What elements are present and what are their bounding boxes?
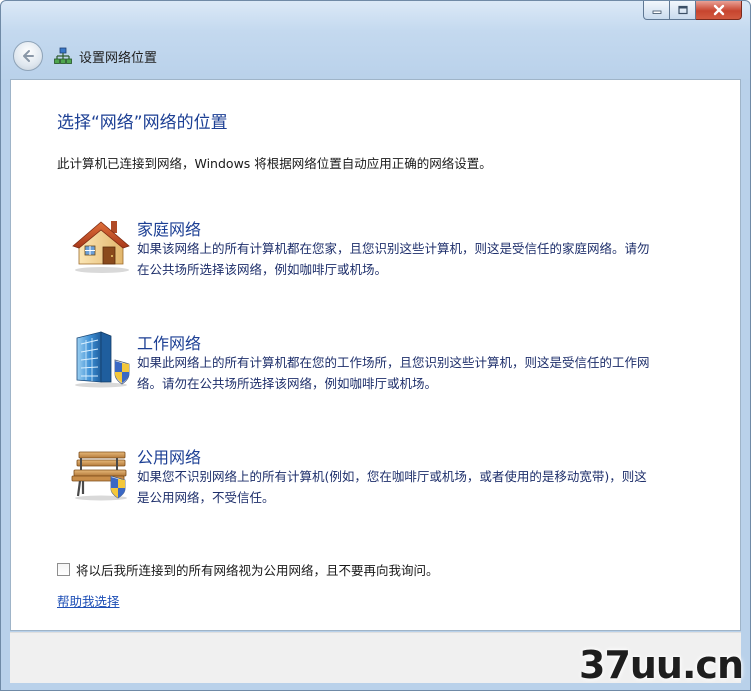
minimize-button[interactable] <box>643 1 670 20</box>
option-work-network[interactable]: 工作网络 如果此网络上的所有计算机都在您的工作场所，且您识别这些计算机，则这是受… <box>71 330 691 400</box>
option-title: 家庭网络 <box>137 220 202 239</box>
window-controls <box>643 1 742 21</box>
option-description: 如果该网络上的所有计算机都在您家，且您识别这些计算机，则这是受信任的家庭网络。请… <box>137 241 650 277</box>
navigation-bar: 设置网络位置 <box>1 37 750 77</box>
network-icon <box>54 47 72 64</box>
close-button[interactable] <box>696 1 742 20</box>
back-button[interactable] <box>13 41 43 71</box>
option-home-network[interactable]: 家庭网络 如果该网络上的所有计算机都在您家，且您识别这些计算机，则这是受信任的家… <box>71 216 691 286</box>
option-description: 如果您不识别网络上的所有计算机(例如，您在咖啡厅或机场，或者使用的是移动宽带)，… <box>137 469 647 505</box>
dialog-window: 设置网络位置 选择“网络”网络的位置 此计算机已连接到网络，Windows 将根… <box>0 0 751 691</box>
maximize-icon <box>677 5 688 15</box>
intro-text: 此计算机已连接到网络，Windows 将根据网络位置自动应用正确的网络设置。 <box>57 156 492 171</box>
maximize-button[interactable] <box>670 1 696 20</box>
option-description: 如果此网络上的所有计算机都在您的工作场所，且您识别这些计算机，则这是受信任的工作… <box>137 355 650 391</box>
checkbox-label: 将以后我所连接到的所有网络视为公用网络，且不要再向我询问。 <box>76 563 439 578</box>
help-me-choose-link[interactable]: 帮助我选择 <box>57 591 120 610</box>
title-bar[interactable] <box>1 1 750 31</box>
window-title: 设置网络位置 <box>79 51 158 66</box>
option-public-network[interactable]: 公用网络 如果您不识别网络上的所有计算机(例如，您在咖啡厅或机场，或者使用的是移… <box>71 444 691 514</box>
house-icon <box>72 221 130 273</box>
office-building-icon <box>75 331 130 388</box>
back-arrow-icon <box>23 50 34 62</box>
option-title: 工作网络 <box>137 334 202 353</box>
close-icon <box>713 4 724 16</box>
watermark-text: 37uu.cn <box>579 643 744 687</box>
park-bench-icon <box>71 451 127 501</box>
content-panel: 选择“网络”网络的位置 此计算机已连接到网络，Windows 将根据网络位置自动… <box>10 79 741 631</box>
treat-all-public-checkbox-row[interactable]: 将以后我所连接到的所有网络视为公用网络，且不要再向我询问。 <box>57 560 439 579</box>
option-title: 公用网络 <box>137 448 202 467</box>
treat-all-public-checkbox[interactable] <box>57 563 70 576</box>
minimize-icon <box>652 10 661 14</box>
page-heading: 选择“网络”网络的位置 <box>57 113 228 133</box>
